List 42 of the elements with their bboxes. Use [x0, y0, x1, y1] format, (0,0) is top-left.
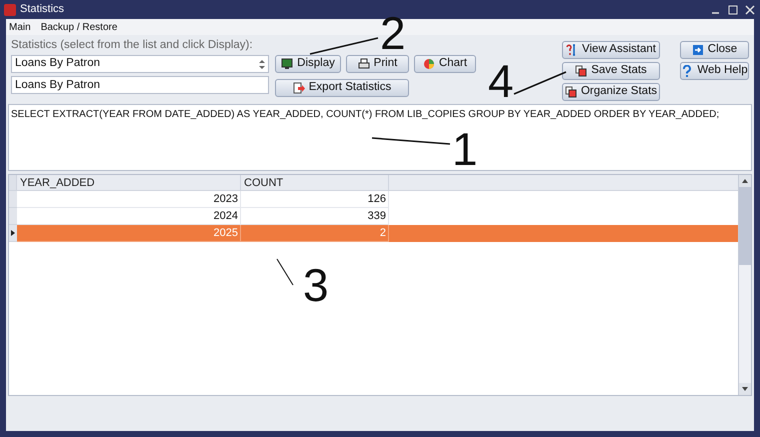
monitor-icon — [281, 58, 294, 70]
annotation-number: 3 — [303, 260, 329, 310]
documents-icon — [575, 65, 588, 77]
table-cell: 2 — [241, 225, 389, 242]
menu-item[interactable]: Main — [9, 20, 31, 34]
toolbar-button[interactable]: Print — [346, 55, 409, 73]
row-pointer-icon — [11, 230, 15, 236]
printer-icon — [358, 58, 370, 70]
scroll-up-icon — [742, 179, 748, 183]
documents-icon — [564, 86, 577, 98]
statistics-dropdown[interactable]: Loans By Patron — [11, 55, 269, 73]
row-header[interactable] — [9, 225, 17, 242]
help-icon — [681, 65, 694, 77]
leader-line — [308, 36, 380, 56]
toolbar-button[interactable]: Organize Stats — [562, 83, 660, 101]
statistics-label: Statistics (select from the list and click Display): — [11, 39, 254, 52]
leader-line — [275, 257, 295, 287]
app-logo-icon — [4, 4, 16, 16]
table-cell: 2025 — [17, 225, 241, 242]
toolbar-button[interactable]: Web Help — [680, 62, 749, 80]
annotation-number: 4 — [488, 56, 514, 106]
window-title: Statistics — [20, 2, 64, 18]
export-icon — [292, 82, 305, 94]
menu-item[interactable]: Backup / Restore — [40, 20, 118, 34]
leader-line — [512, 70, 568, 96]
pie-chart-icon — [422, 58, 435, 70]
column-header[interactable]: YEAR_ADDED — [17, 175, 241, 190]
toolbar-button[interactable]: View Assistant — [562, 41, 660, 59]
toolbar-button[interactable]: Close — [680, 41, 749, 59]
exit-icon — [692, 44, 704, 56]
scroll-down-icon — [742, 387, 748, 391]
annotation-number: 1 — [452, 124, 478, 174]
statistic-name-field[interactable]: Loans By Patron — [11, 76, 269, 94]
window-controls-icon[interactable] — [710, 4, 756, 16]
annotation-number: 2 — [380, 13, 406, 53]
toolbar-button[interactable]: Chart — [414, 55, 476, 73]
toolbar-button[interactable]: Save Stats — [562, 62, 660, 80]
toolbar-button[interactable]: Export Statistics — [275, 79, 409, 97]
spinner-icon — [259, 60, 265, 68]
vertical-scrollbar[interactable] — [738, 175, 751, 395]
column-header[interactable]: COUNT — [241, 175, 389, 190]
toolbar-button[interactable]: Display — [275, 55, 341, 73]
